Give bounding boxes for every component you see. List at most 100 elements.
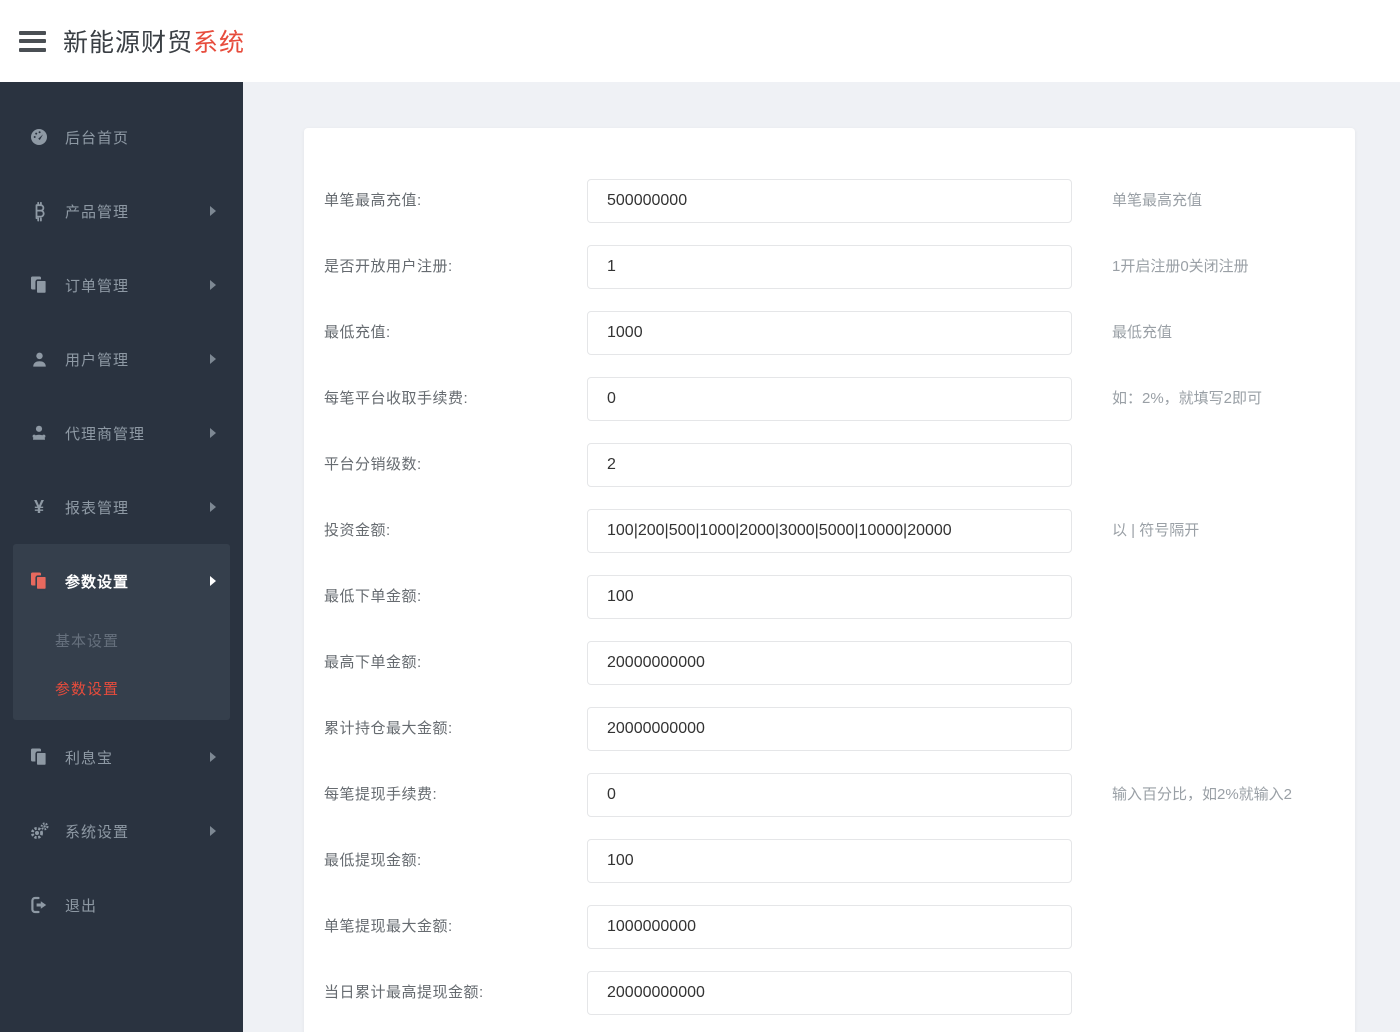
sidebar-item-params[interactable]: 参数设置 <box>13 544 230 618</box>
sidebar-item-label: 利息宝 <box>65 749 114 767</box>
chevron-right-icon <box>210 502 216 512</box>
min-withdraw-amount-input[interactable] <box>587 839 1072 883</box>
chevron-right-icon <box>210 206 216 216</box>
app-title-accent: 系统 <box>193 29 246 57</box>
chevron-right-icon <box>210 428 216 438</box>
field-label: 最高下单金额: <box>324 654 422 671</box>
field-hint: 输入百分比，如2%就输入2 <box>1112 786 1293 803</box>
field-hint: 最低充值 <box>1112 324 1173 341</box>
form-row: 单笔提现最大金额: <box>324 905 1335 949</box>
min-recharge-input[interactable] <box>587 311 1072 355</box>
sidebar: 后台首页 产品管理 订单管理 用户管理 代理商管理 ¥ 报表管理 参数设置 基本… <box>0 82 243 1032</box>
field-label: 最低下单金额: <box>324 588 422 605</box>
app-title-main: 新能源财贸 <box>63 29 194 57</box>
sidebar-subitem-basic-settings[interactable]: 基本设置 <box>13 618 230 666</box>
sidebar-group-params: 参数设置 基本设置 参数设置 <box>13 544 230 720</box>
sidebar-item-logout[interactable]: 退出 <box>0 868 243 942</box>
top-header: 新能源财贸系统 <box>0 0 1400 82</box>
min-order-amount-input[interactable] <box>587 575 1072 619</box>
sidebar-item-label: 产品管理 <box>65 203 130 221</box>
sidebar-item-reports[interactable]: ¥ 报表管理 <box>0 470 243 544</box>
field-hint: 1开启注册0关闭注册 <box>1112 258 1249 275</box>
orders-icon <box>28 275 50 295</box>
field-label: 最低提现金额: <box>324 852 422 869</box>
field-hint: 如：2%，就填写2即可 <box>1112 390 1263 407</box>
sidebar-item-label: 参数设置 <box>65 573 130 591</box>
sidebar-item-orders[interactable]: 订单管理 <box>0 248 243 322</box>
sidebar-subitem-param-settings[interactable]: 参数设置 <box>13 666 230 714</box>
withdraw-fee-input[interactable] <box>587 773 1072 817</box>
max-single-withdraw-input[interactable] <box>587 905 1072 949</box>
form-row: 最高下单金额: <box>324 641 1335 685</box>
max-position-amount-input[interactable] <box>587 707 1072 751</box>
max-single-recharge-input[interactable] <box>587 179 1072 223</box>
field-hint <box>1112 443 1335 452</box>
field-hint <box>1112 839 1335 848</box>
sidebar-item-interest[interactable]: 利息宝 <box>0 720 243 794</box>
sidebar-item-system-settings[interactable]: 系统设置 <box>0 794 243 868</box>
field-label: 单笔最高充值: <box>324 192 422 209</box>
form-row: 最低提现金额: <box>324 839 1335 883</box>
platform-fee-input[interactable] <box>587 377 1072 421</box>
bitcoin-icon <box>28 201 50 222</box>
max-order-amount-input[interactable] <box>587 641 1072 685</box>
distribution-levels-input[interactable] <box>587 443 1072 487</box>
field-hint <box>1112 707 1335 716</box>
field-label: 每笔平台收取手续费: <box>324 390 469 407</box>
field-label: 累计持仓最大金额: <box>324 720 453 737</box>
hamburger-bar <box>19 30 46 35</box>
field-label: 每笔提现手续费: <box>324 786 438 803</box>
field-hint: 以 | 符号隔开 <box>1112 522 1200 539</box>
field-hint <box>1112 575 1335 584</box>
field-hint <box>1112 905 1335 914</box>
field-label: 投资金额: <box>324 522 391 539</box>
sidebar-item-label: 订单管理 <box>65 277 130 295</box>
form-row: 当日累计最高提现金额: <box>324 971 1335 1015</box>
app-title: 新能源财贸系统 <box>63 23 245 59</box>
form-row: 单笔最高充值: 单笔最高充值 <box>324 179 1335 223</box>
hamburger-bar <box>19 39 46 43</box>
form-row: 投资金额: 以 | 符号隔开 <box>324 509 1335 553</box>
field-hint: 单笔最高充值 <box>1112 192 1203 209</box>
chevron-right-icon <box>210 354 216 364</box>
gears-icon <box>28 821 50 841</box>
investment-amounts-input[interactable] <box>587 509 1072 553</box>
field-label: 单笔提现最大金额: <box>324 918 453 935</box>
hamburger-bar <box>19 47 46 52</box>
yen-icon: ¥ <box>33 497 44 517</box>
sidebar-item-label: 用户管理 <box>65 351 130 369</box>
main-content: 单笔最高充值: 单笔最高充值 是否开放用户注册: 1开启注册0关闭注册 最低充值… <box>243 82 1400 1032</box>
hamburger-icon[interactable] <box>19 26 46 56</box>
user-icon <box>28 350 50 369</box>
chevron-right-icon <box>210 826 216 836</box>
form-row: 累计持仓最大金额: <box>324 707 1335 751</box>
field-hint <box>1112 971 1335 980</box>
sidebar-item-users[interactable]: 用户管理 <box>0 322 243 396</box>
chevron-right-icon <box>210 752 216 762</box>
sidebar-item-label: 报表管理 <box>65 499 130 517</box>
interest-icon <box>28 747 50 767</box>
sidebar-item-dashboard[interactable]: 后台首页 <box>0 100 243 174</box>
params-icon <box>28 571 50 591</box>
form-row: 最低下单金额: <box>324 575 1335 619</box>
chevron-right-icon <box>210 280 216 290</box>
field-hint <box>1112 641 1335 650</box>
field-label: 当日累计最高提现金额: <box>324 984 484 1001</box>
field-label: 平台分销级数: <box>324 456 422 473</box>
agents-icon <box>28 423 50 443</box>
form-row: 每笔提现手续费: 输入百分比，如2%就输入2 <box>324 773 1335 817</box>
field-label: 最低充值: <box>324 324 391 341</box>
sidebar-item-agents[interactable]: 代理商管理 <box>0 396 243 470</box>
settings-form-card: 单笔最高充值: 单笔最高充值 是否开放用户注册: 1开启注册0关闭注册 最低充值… <box>304 128 1355 1032</box>
form-row: 最低充值: 最低充值 <box>324 311 1335 355</box>
sidebar-item-label: 后台首页 <box>65 129 130 147</box>
sidebar-item-products[interactable]: 产品管理 <box>0 174 243 248</box>
form-row: 是否开放用户注册: 1开启注册0关闭注册 <box>324 245 1335 289</box>
form-row: 每笔平台收取手续费: 如：2%，就填写2即可 <box>324 377 1335 421</box>
max-daily-withdraw-input[interactable] <box>587 971 1072 1015</box>
logout-icon <box>28 895 50 915</box>
sidebar-item-label: 退出 <box>65 897 98 915</box>
field-label: 是否开放用户注册: <box>324 258 453 275</box>
form-row: 平台分销级数: <box>324 443 1335 487</box>
registration-open-input[interactable] <box>587 245 1072 289</box>
